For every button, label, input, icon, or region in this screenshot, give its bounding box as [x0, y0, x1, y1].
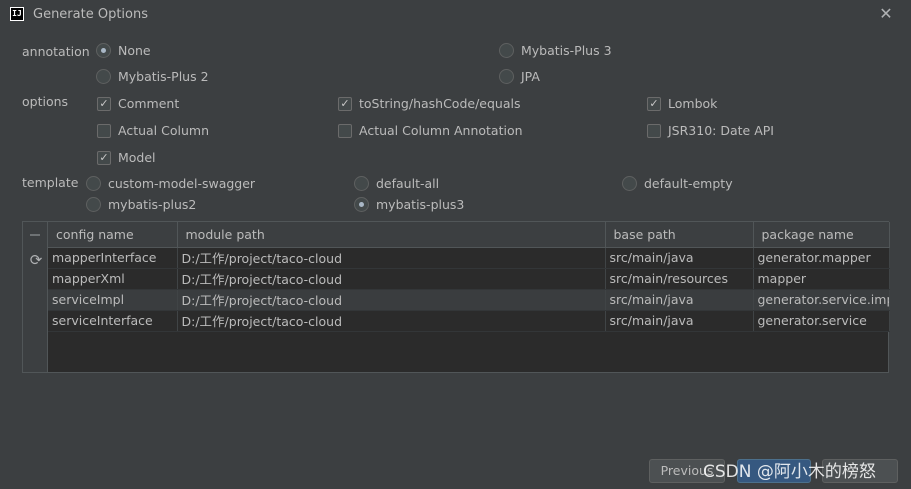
watermark: CSDN @阿小木的榜怒: [703, 462, 876, 482]
config-table: config name module path base path packag…: [48, 222, 890, 332]
checkbox-icon: [647, 123, 661, 138]
template-label: template: [22, 175, 79, 190]
radio-icon: [86, 197, 101, 212]
option-actual-column-checkbox[interactable]: Actual Column: [97, 123, 209, 138]
cell-base-path[interactable]: src/main/java: [605, 247, 754, 269]
table-row[interactable]: mapperInterface D:/工作/project/taco-cloud…: [48, 247, 890, 269]
checkbox-checked-icon: ✓: [97, 150, 111, 165]
template-radio-default-empty[interactable]: default-empty: [622, 176, 733, 191]
radio-label: Mybatis-Plus 3: [521, 43, 612, 58]
cell-base-path[interactable]: src/main/java: [605, 289, 754, 311]
close-icon[interactable]: ✕: [876, 4, 896, 24]
refresh-icon[interactable]: ⟳: [28, 252, 44, 268]
radio-label: mybatis-plus2: [108, 197, 197, 212]
cell-config-name[interactable]: serviceInterface: [48, 310, 178, 332]
config-table-panel: ⟳ config name module path base path pack…: [22, 221, 890, 373]
cell-module-path[interactable]: D:/工作/project/taco-cloud: [177, 289, 606, 311]
template-radio-default-all[interactable]: default-all: [354, 176, 439, 191]
checkbox-label: JSR310: Date API: [668, 123, 774, 138]
template-radio-custom-model-swagger[interactable]: custom-model-swagger: [86, 176, 255, 191]
option-lombok-checkbox[interactable]: ✓ Lombok: [647, 96, 717, 111]
column-header-config-name[interactable]: config name: [48, 222, 178, 248]
table-toolbar: ⟳: [23, 222, 48, 372]
cell-config-name[interactable]: mapperXml: [48, 268, 178, 290]
radio-label: default-empty: [644, 176, 733, 191]
radio-icon: [622, 176, 637, 191]
annotation-label: annotation: [22, 44, 90, 59]
radio-selected-icon: [96, 43, 111, 58]
minus-icon[interactable]: [30, 234, 40, 236]
radio-label: mybatis-plus3: [376, 197, 465, 212]
annotation-radio-mybatis-plus-3[interactable]: Mybatis-Plus 3: [499, 43, 612, 58]
option-model-checkbox[interactable]: ✓ Model: [97, 150, 156, 165]
checkbox-icon: [97, 123, 111, 138]
checkbox-label: toString/hashCode/equals: [359, 96, 521, 111]
checkbox-label: Comment: [118, 96, 180, 111]
cell-base-path[interactable]: src/main/resources: [605, 268, 754, 290]
checkbox-checked-icon: ✓: [97, 96, 111, 111]
template-radio-mybatis-plus2[interactable]: mybatis-plus2: [86, 197, 196, 212]
cell-package-name[interactable]: generator.service.impl: [753, 289, 890, 311]
radio-label: custom-model-swagger: [108, 176, 256, 191]
annotation-radio-mybatis-plus-2[interactable]: Mybatis-Plus 2: [96, 69, 209, 84]
annotation-radio-none[interactable]: None: [96, 43, 151, 58]
radio-label: JPA: [521, 69, 540, 84]
checkbox-icon: [338, 123, 352, 138]
radio-icon: [354, 176, 369, 191]
cell-config-name[interactable]: mapperInterface: [48, 247, 178, 269]
radio-label: default-all: [376, 176, 440, 191]
option-jsr310-checkbox[interactable]: JSR310: Date API: [647, 123, 774, 138]
cell-module-path[interactable]: D:/工作/project/taco-cloud: [177, 310, 606, 332]
annotation-radio-jpa[interactable]: JPA: [499, 69, 540, 84]
checkbox-label: Lombok: [668, 96, 718, 111]
option-comment-checkbox[interactable]: ✓ Comment: [97, 96, 179, 111]
radio-label: None: [118, 43, 151, 58]
dialog-title: Generate Options: [33, 7, 149, 22]
table-row[interactable]: serviceInterface D:/工作/project/taco-clou…: [48, 310, 890, 332]
cell-package-name[interactable]: generator.mapper: [753, 247, 890, 269]
checkbox-label: Actual Column Annotation: [359, 123, 523, 138]
radio-label: Mybatis-Plus 2: [118, 69, 209, 84]
checkbox-label: Model: [118, 150, 156, 165]
radio-icon: [96, 69, 111, 84]
option-actual-column-annotation-checkbox[interactable]: Actual Column Annotation: [338, 123, 523, 138]
radio-icon: [499, 43, 514, 58]
cell-base-path[interactable]: src/main/java: [605, 310, 754, 332]
radio-icon: [86, 176, 101, 191]
table-row[interactable]: serviceImpl D:/工作/project/taco-cloud src…: [48, 289, 890, 311]
cell-module-path[interactable]: D:/工作/project/taco-cloud: [177, 268, 606, 290]
checkbox-label: Actual Column: [118, 123, 210, 138]
column-header-package-name[interactable]: package name: [753, 222, 890, 248]
cell-package-name[interactable]: generator.service: [753, 310, 890, 332]
cell-module-path[interactable]: D:/工作/project/taco-cloud: [177, 247, 606, 269]
options-label: options: [22, 94, 69, 109]
cell-config-name[interactable]: serviceImpl: [48, 289, 178, 311]
template-radio-mybatis-plus3[interactable]: mybatis-plus3: [354, 197, 464, 212]
table-header: config name module path base path packag…: [48, 222, 890, 248]
radio-icon: [499, 69, 514, 84]
option-tostring-checkbox[interactable]: ✓ toString/hashCode/equals: [338, 96, 521, 111]
column-header-module-path[interactable]: module path: [177, 222, 606, 248]
table-row[interactable]: mapperXml D:/工作/project/taco-cloud src/m…: [48, 268, 890, 290]
column-header-base-path[interactable]: base path: [605, 222, 754, 248]
checkbox-checked-icon: ✓: [338, 96, 352, 111]
radio-selected-icon: [354, 197, 369, 212]
checkbox-checked-icon: ✓: [647, 96, 661, 111]
title-bar: IJ Generate Options ✕: [0, 0, 911, 30]
app-icon: IJ: [10, 7, 24, 21]
cell-package-name[interactable]: mapper: [753, 268, 890, 290]
